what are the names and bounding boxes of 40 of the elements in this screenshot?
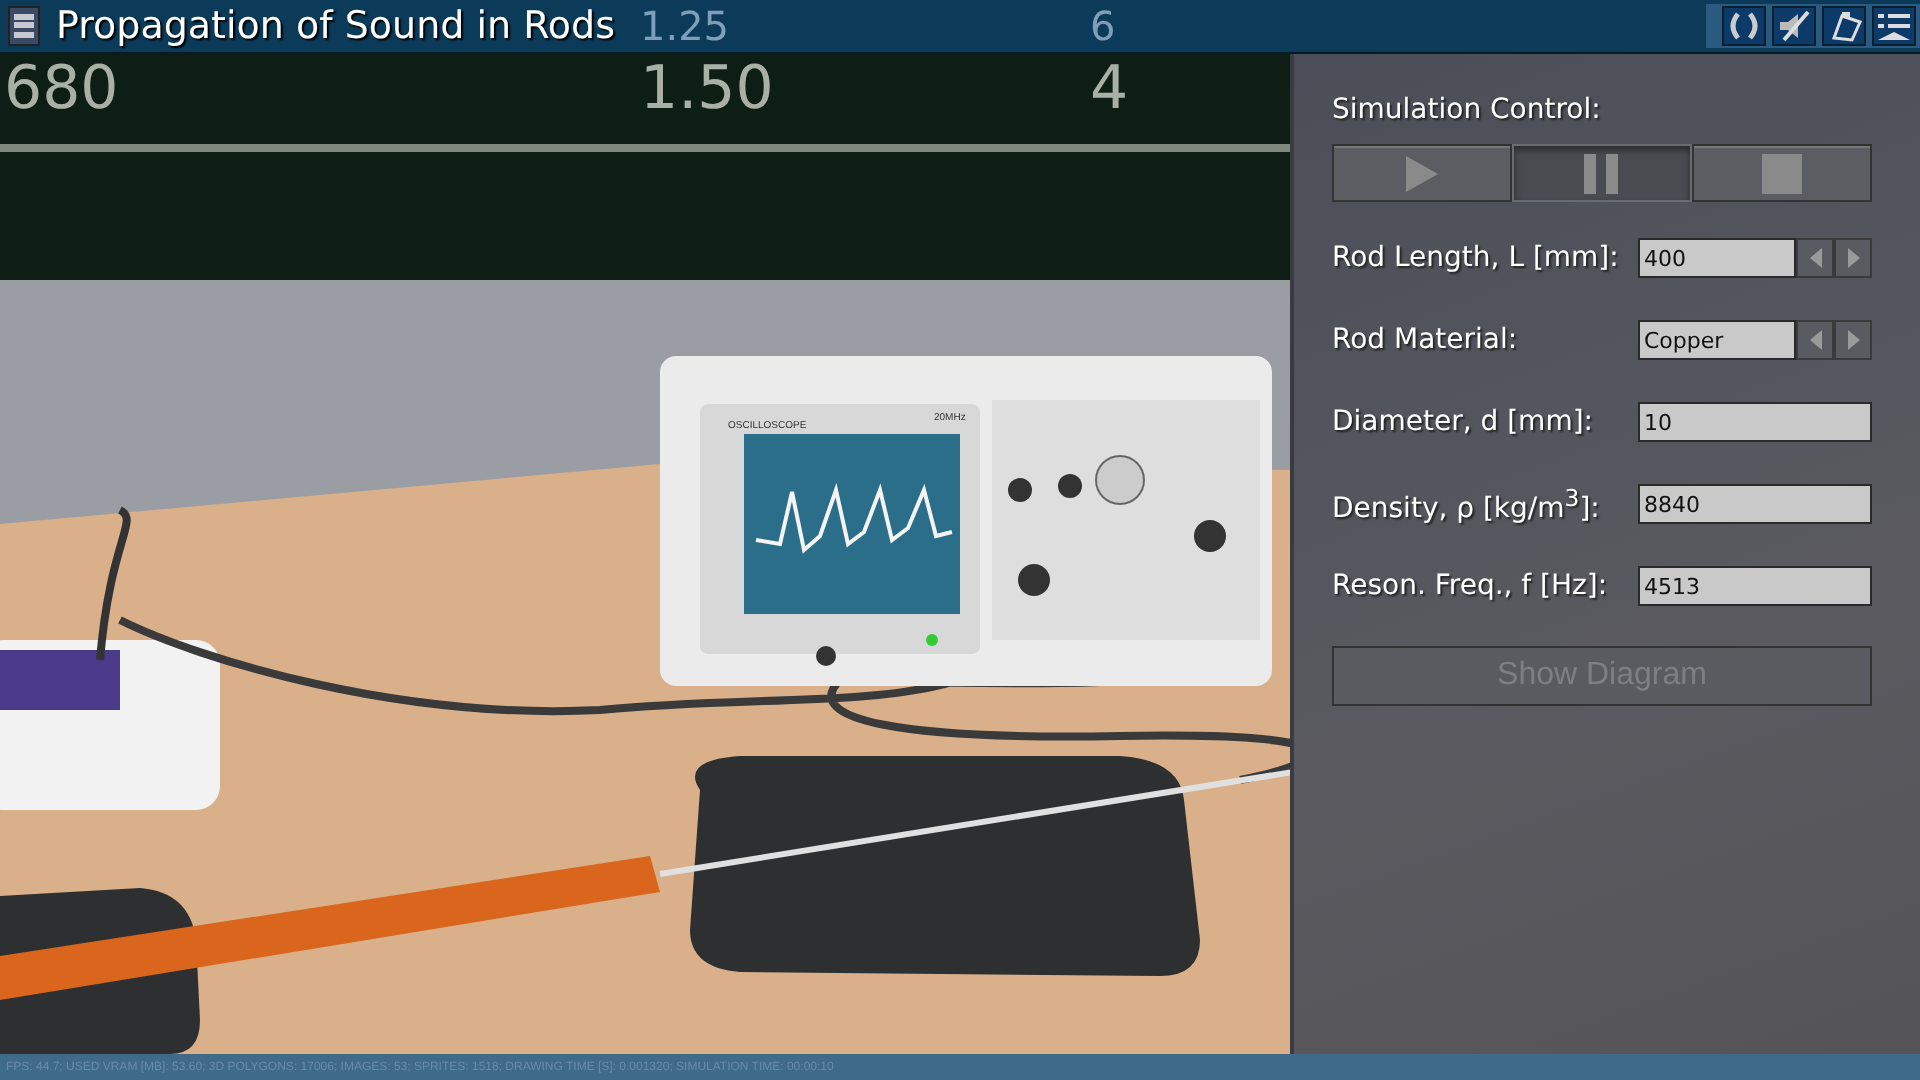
decrease-button[interactable] <box>1796 238 1834 278</box>
increase-button[interactable] <box>1834 238 1872 278</box>
section-title: Simulation Control: <box>1332 94 1603 126</box>
mute-button[interactable] <box>1772 6 1816 46</box>
decrease-button[interactable] <box>1796 320 1834 360</box>
chalk-number: 680 <box>4 52 121 128</box>
clipboard-button[interactable] <box>1822 6 1866 46</box>
pause-icon <box>1582 153 1622 193</box>
input-field[interactable]: 4513 <box>1638 566 1872 606</box>
left-arrow-icon <box>1809 248 1821 268</box>
chalk-number: 1.25 <box>640 0 732 52</box>
input-field[interactable]: Copper <box>1638 320 1796 360</box>
input-field[interactable]: 8840 <box>1638 484 1872 524</box>
parameter-label: Density, ρ [kg/m$^{3}$]: <box>1332 483 1600 525</box>
chalk-number: 6 <box>1090 0 1118 52</box>
parameter-label: Reson. Freq., f [Hz]: <box>1332 570 1608 602</box>
parameter-label: Rod Material: <box>1332 324 1518 356</box>
list-button[interactable] <box>1872 6 1916 46</box>
parameter-label: Diameter, d [mm]: <box>1332 406 1594 438</box>
list-icon <box>1876 10 1912 42</box>
left-arrow-icon <box>1809 330 1821 350</box>
input-field[interactable]: 400 <box>1638 238 1796 278</box>
input-field[interactable]: 10 <box>1638 402 1872 442</box>
right-arrow-icon <box>1847 330 1859 350</box>
increase-button[interactable] <box>1834 320 1872 360</box>
stop-icon <box>1762 153 1802 193</box>
clipboard-icon <box>1826 10 1862 42</box>
chalk-number: 1.50 <box>640 52 776 128</box>
reset-button[interactable] <box>1722 6 1766 46</box>
menu-icon[interactable] <box>8 6 40 46</box>
window-title: Propagation of Sound in Rods <box>56 4 615 48</box>
pause-button[interactable] <box>1512 144 1692 202</box>
right-arrow-icon <box>1847 248 1859 268</box>
muted-speaker-icon <box>1776 10 1812 42</box>
play-button[interactable] <box>1332 144 1512 202</box>
stop-button[interactable] <box>1692 144 1872 202</box>
brackets-icon <box>1726 10 1762 42</box>
parameter-label: Rod Length, L [mm]: <box>1332 242 1619 274</box>
play-icon <box>1404 153 1440 193</box>
chalk-number: 4 <box>1090 52 1131 128</box>
